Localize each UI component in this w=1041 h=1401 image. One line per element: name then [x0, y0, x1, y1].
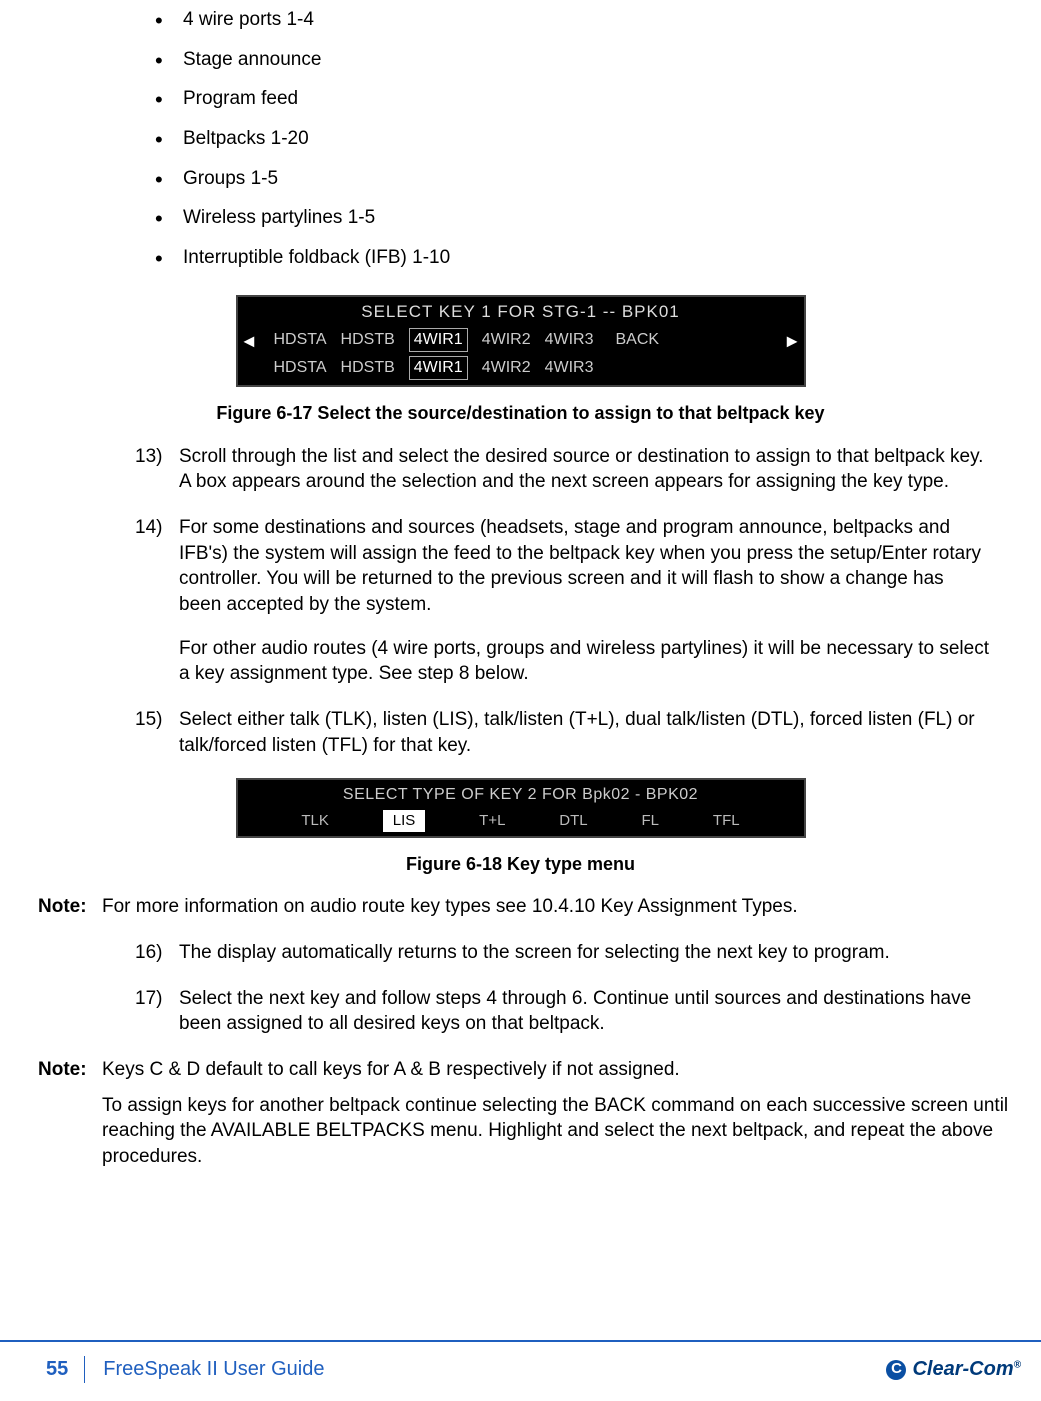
screenshot-row: HDSTA HDSTB 4WIR1 4WIR2 4WIR3	[274, 356, 768, 380]
arrow-right-icon: ▶	[787, 332, 798, 351]
bullet-item: Wireless partylines 1-5	[155, 198, 1021, 238]
step: 14) For some destinations and sources (h…	[135, 515, 1021, 687]
bullet-list: 4 wire ports 1-4 Stage announce Program …	[155, 0, 1021, 277]
page-number: 55	[46, 1356, 85, 1383]
step: 15) Select either talk (TLK), listen (LI…	[135, 707, 1021, 758]
cell: HDSTB	[341, 357, 395, 379]
note-label: Note:	[38, 894, 102, 930]
bullet-item: 4 wire ports 1-4	[155, 0, 1021, 40]
cell: 4WIR2	[482, 329, 531, 351]
screenshot-row: TLK LIS T+L DTL FL TFL	[238, 806, 804, 836]
bullet-item: Interruptible foldback (IFB) 1-10	[155, 238, 1021, 278]
device-screenshot-key-type: SELECT TYPE OF KEY 2 FOR Bpk02 - BPK02 T…	[236, 778, 806, 838]
note-text: To assign keys for another beltpack cont…	[102, 1093, 1013, 1170]
note: Note: Keys C & D default to call keys fo…	[38, 1057, 1021, 1180]
screenshot-row: HDSTA HDSTB 4WIR1 4WIR2 4WIR3 BACK	[274, 328, 768, 352]
cell: BACK	[616, 329, 660, 351]
bullet-item: Program feed	[155, 79, 1021, 119]
page-footer: 55 FreeSpeak II User Guide C Clear-Com®	[0, 1340, 1041, 1383]
step-text: For other audio routes (4 wire ports, gr…	[179, 636, 991, 687]
cell: 4WIR2	[482, 357, 531, 379]
note-label: Note:	[38, 1057, 102, 1180]
screenshot-header: SELECT KEY 1 FOR STG-1 -- BPK01	[238, 297, 804, 324]
cell-selected: LIS	[383, 810, 426, 832]
brand-logo: C Clear-Com®	[886, 1356, 1021, 1383]
bullet-item: Stage announce	[155, 40, 1021, 80]
cell: TLK	[301, 811, 329, 831]
step-text: The display automatically returns to the…	[179, 940, 991, 966]
cell: HDSTA	[274, 329, 327, 351]
step: 16) The display automatically returns to…	[135, 940, 1021, 966]
cell: 4WIR3	[545, 357, 594, 379]
step-text: Select the next key and follow steps 4 t…	[179, 986, 991, 1037]
cell: HDSTB	[341, 329, 395, 351]
cell-selected: 4WIR1	[409, 328, 468, 352]
arrow-left-icon: ◀	[244, 332, 255, 351]
figure-caption: Figure 6-18 Key type menu	[20, 852, 1021, 876]
step-number: 17)	[135, 986, 179, 1037]
step-text: Scroll through the list and select the d…	[179, 444, 991, 495]
footer-title: FreeSpeak II User Guide	[103, 1356, 324, 1383]
note-text: For more information on audio route key …	[102, 894, 1013, 920]
cell: DTL	[559, 811, 587, 831]
step-text: For some destinations and sources (heads…	[179, 515, 991, 618]
bullet-item: Groups 1-5	[155, 159, 1021, 199]
cell: TFL	[713, 811, 740, 831]
step: 17) Select the next key and follow steps…	[135, 986, 1021, 1037]
bullet-item: Beltpacks 1-20	[155, 119, 1021, 159]
registered-icon: ®	[1014, 1359, 1021, 1370]
step-number: 16)	[135, 940, 179, 966]
cell: 4WIR3	[545, 329, 594, 351]
cell: T+L	[479, 811, 505, 831]
device-screenshot-select-key: ◀ ▶ SELECT KEY 1 FOR STG-1 -- BPK01 HDST…	[236, 295, 806, 387]
figure-caption: Figure 6-17 Select the source/destinatio…	[20, 401, 1021, 425]
step: 13) Scroll through the list and select t…	[135, 444, 1021, 495]
logo-icon: C	[886, 1360, 906, 1380]
step-text: Select either talk (TLK), listen (LIS), …	[179, 707, 991, 758]
cell-selected: 4WIR1	[409, 356, 468, 380]
logo-text: Clear-Com	[912, 1358, 1013, 1380]
step-number: 15)	[135, 707, 179, 758]
cell: HDSTA	[274, 357, 327, 379]
step-number: 14)	[135, 515, 179, 687]
cell: FL	[642, 811, 660, 831]
screenshot-header: SELECT TYPE OF KEY 2 FOR Bpk02 - BPK02	[238, 780, 804, 806]
step-number: 13)	[135, 444, 179, 495]
note-text: Keys C & D default to call keys for A & …	[102, 1057, 1013, 1083]
note: Note: For more information on audio rout…	[38, 894, 1021, 930]
